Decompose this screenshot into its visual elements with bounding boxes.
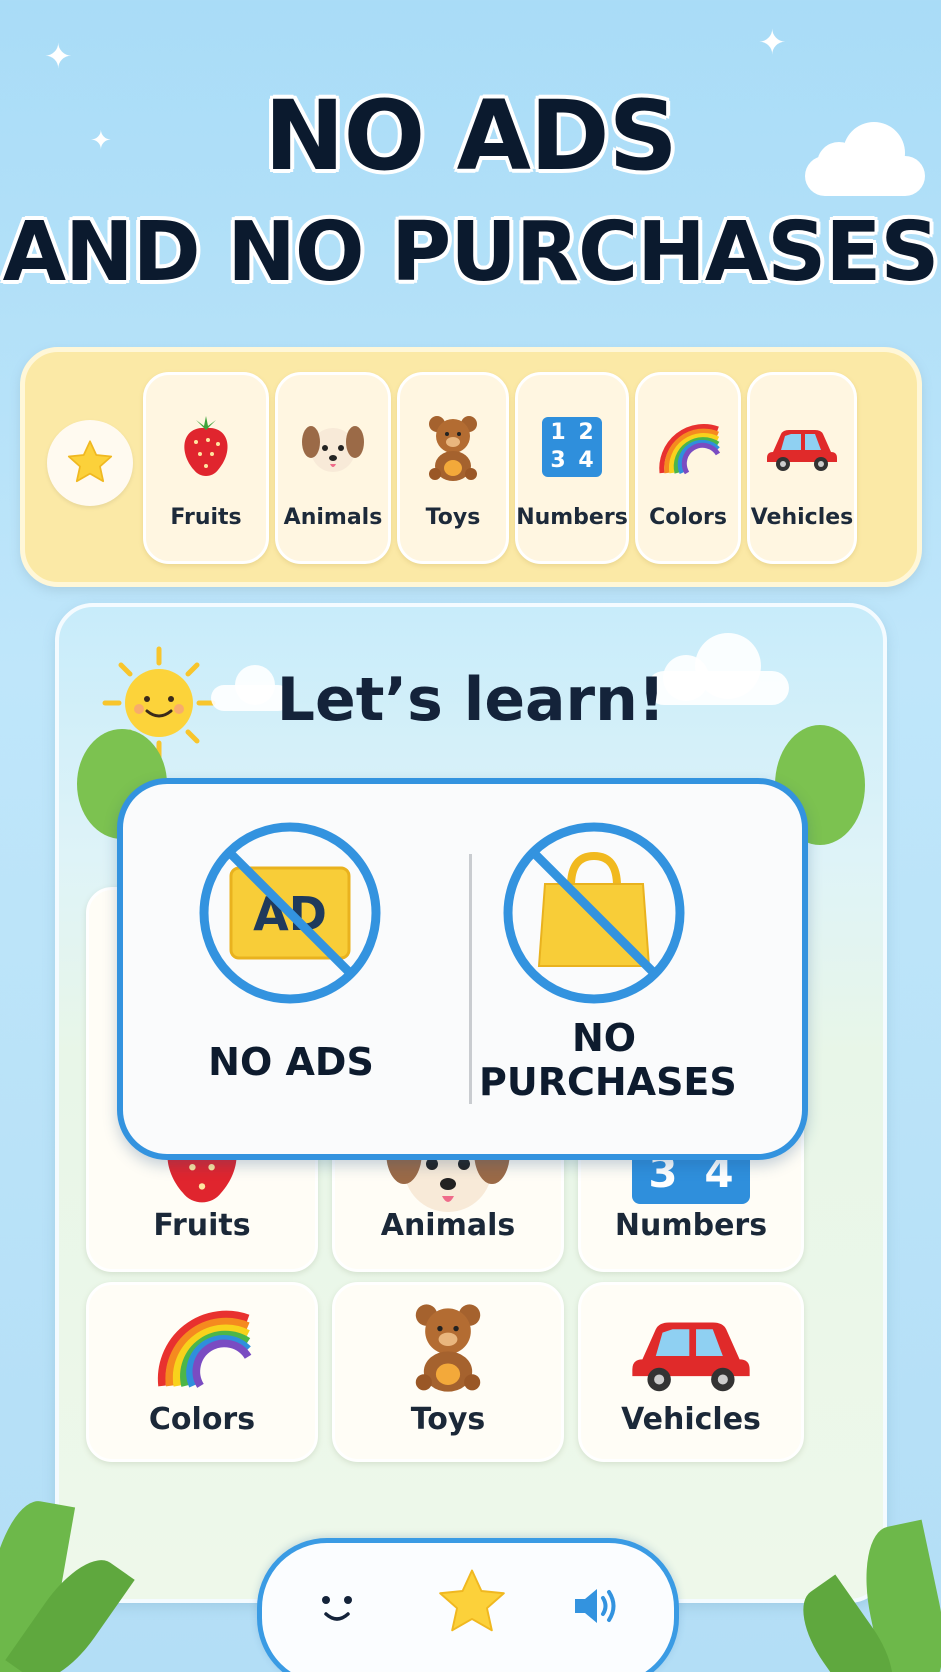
grid-card-colors[interactable]: Colors [86,1282,318,1462]
grid-card-toys[interactable]: Toys [332,1282,564,1462]
sound-button[interactable] [562,1571,632,1641]
category-label: Numbers [516,505,628,530]
no-purchases-icon [503,822,685,1004]
sparkle-icon: ✦ [758,23,787,63]
category-card-animals[interactable]: Animals [275,372,391,564]
bottom-toolbar [257,1538,679,1672]
car-icon [767,430,837,471]
grid-card-label: Vehicles [621,1402,761,1437]
grid-card-label: Numbers [614,1208,768,1243]
no-ads-icon: AD [199,822,381,1004]
teddy-bear-icon [415,1304,481,1392]
star-icon [67,440,113,483]
teddy-bear-icon [429,416,477,481]
star-icon [439,1569,505,1632]
rainbow-icon [157,1310,252,1388]
headline-line1: NO ADS [264,80,678,192]
category-card-colors[interactable]: Colors [635,372,741,564]
smiley-button[interactable] [302,1573,372,1643]
category-label: Animals [283,505,383,530]
grid-card-label: Fruits [153,1208,251,1243]
strawberry-icon [184,416,228,476]
headline-line2: AND NO PURCHASES [2,205,940,300]
grid-card-vehicles[interactable]: Vehicles [578,1282,804,1462]
grid-card-label: Colors [148,1402,256,1437]
car-icon [632,1322,750,1392]
grid-card-label: Animals [380,1208,516,1243]
favorites-button[interactable] [47,420,133,506]
category-label: Colors [649,505,727,530]
category-card-vehicles[interactable]: Vehicles [747,372,857,564]
speaker-icon [575,1589,616,1623]
category-label: Toys [425,505,481,530]
category-card-toys[interactable]: Toys [397,372,509,564]
no-purchases-label: NO PURCHASES [479,1016,737,1104]
no-ads-label: NO ADS [208,1040,374,1084]
category-card-fruits[interactable]: Fruits [143,372,269,564]
star-button[interactable] [432,1563,512,1643]
category-label: Vehicles [750,505,854,530]
numbers-icon: 1234 [542,417,602,477]
notice-divider [469,854,472,1104]
rainbow-icon [659,424,720,475]
panel-title: Let’s learn! [276,665,666,735]
smiley-icon [322,1596,352,1621]
category-strip: Fruits Animals Toys 1234 Numbers Colors … [20,347,922,587]
sparkle-icon: ✦ [44,37,73,77]
grid-card-label: Toys [410,1402,486,1437]
category-card-numbers[interactable]: 1234 Numbers [515,372,629,564]
no-ads-no-purchases-notice: AD NO ADS NO PURCHASES [117,778,808,1160]
puppy-icon [302,426,364,472]
category-label: Fruits [170,505,242,530]
